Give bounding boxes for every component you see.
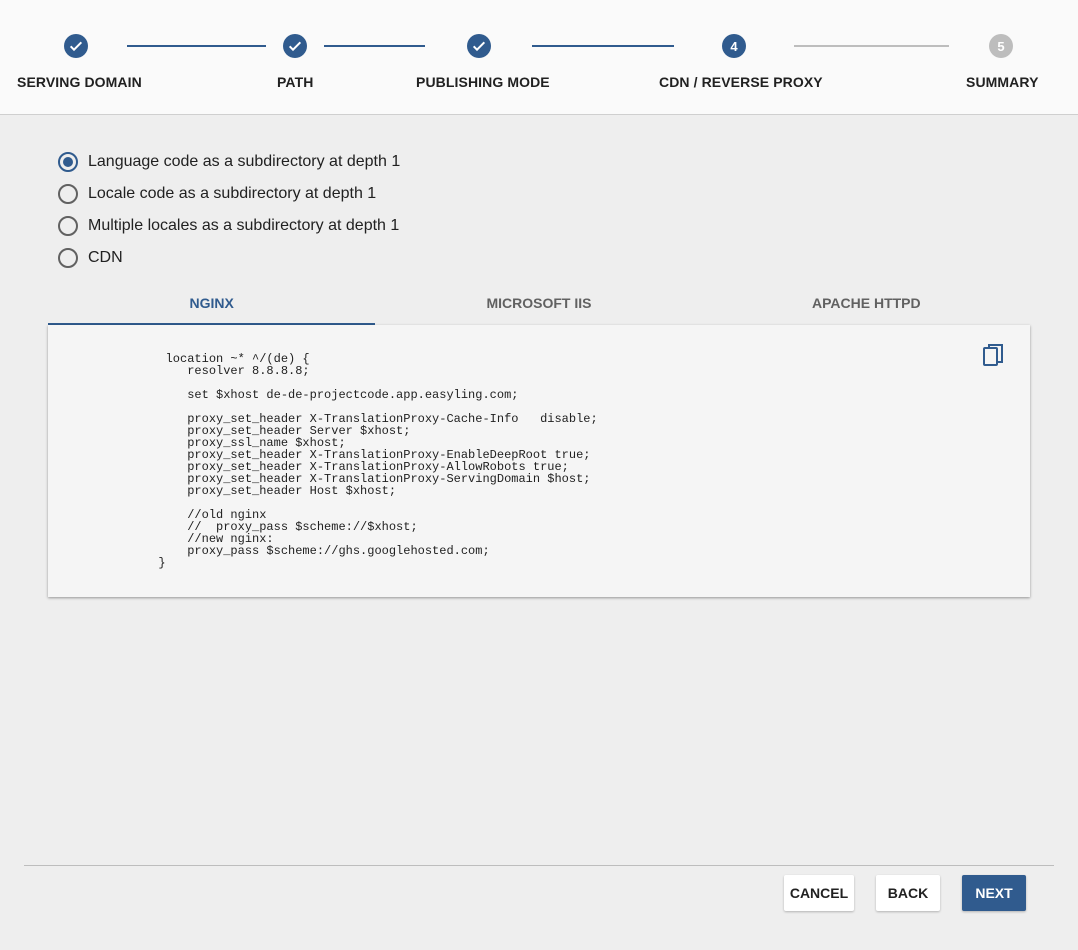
check-icon	[283, 34, 307, 58]
option-label: Multiple locales as a subdirectory at de…	[88, 217, 400, 234]
check-icon	[467, 34, 491, 58]
stepper: SERVING DOMAIN PATH PUBLISHING MODE 4 CD…	[0, 0, 1078, 115]
option-multiple-locales[interactable]: Multiple locales as a subdirectory at de…	[58, 210, 400, 242]
step-cdn-reverse-proxy[interactable]: 4 CDN / REVERSE PROXY	[650, 0, 823, 115]
footer-divider	[24, 865, 1054, 866]
step-number-badge: 5	[989, 34, 1013, 58]
step-label: SERVING DOMAIN	[17, 74, 142, 90]
option-label: Locale code as a subdirectory at depth 1	[88, 185, 377, 202]
option-language-code[interactable]: Language code as a subdirectory at depth…	[58, 146, 400, 178]
step-label: PUBLISHING MODE	[416, 74, 550, 90]
check-icon	[64, 34, 88, 58]
step-summary[interactable]: 5 SUMMARY	[960, 0, 1050, 115]
option-label: CDN	[88, 249, 123, 266]
radio-button[interactable]	[58, 152, 78, 172]
step-publishing-mode[interactable]: PUBLISHING MODE	[410, 0, 550, 115]
tab-nginx[interactable]: NGINX	[48, 280, 376, 325]
step-number-badge: 4	[722, 34, 746, 58]
back-button[interactable]: BACK	[876, 875, 940, 911]
step-serving-domain[interactable]: SERVING DOMAIN	[0, 0, 152, 115]
deployment-option-group: Language code as a subdirectory at depth…	[58, 146, 400, 274]
option-cdn[interactable]: CDN	[58, 242, 400, 274]
wizard-page: SERVING DOMAIN PATH PUBLISHING MODE 4 CD…	[0, 0, 1078, 950]
step-path[interactable]: PATH	[260, 0, 330, 115]
next-button[interactable]: NEXT	[962, 875, 1026, 911]
cancel-button[interactable]: CANCEL	[784, 875, 854, 911]
radio-button[interactable]	[58, 184, 78, 204]
step-label: CDN / REVERSE PROXY	[659, 74, 823, 90]
radio-button[interactable]	[58, 248, 78, 268]
radio-button[interactable]	[58, 216, 78, 236]
config-snippet-panel: location ~* ^/(de) { resolver 8.8.8.8; s…	[48, 325, 1030, 597]
tab-apache-httpd[interactable]: APACHE HTTPD	[703, 280, 1030, 325]
step-label: PATH	[277, 74, 314, 90]
config-code-block: location ~* ^/(de) { resolver 8.8.8.8; s…	[158, 352, 598, 570]
option-label: Language code as a subdirectory at depth…	[88, 153, 401, 170]
option-locale-code[interactable]: Locale code as a subdirectory at depth 1	[58, 178, 400, 210]
server-type-tabs: NGINX MICROSOFT IIS APACHE HTTPD	[48, 280, 1030, 325]
copy-icon[interactable]	[982, 343, 1006, 369]
step-label: SUMMARY	[966, 74, 1039, 90]
tab-microsoft-iis[interactable]: MICROSOFT IIS	[375, 280, 702, 325]
